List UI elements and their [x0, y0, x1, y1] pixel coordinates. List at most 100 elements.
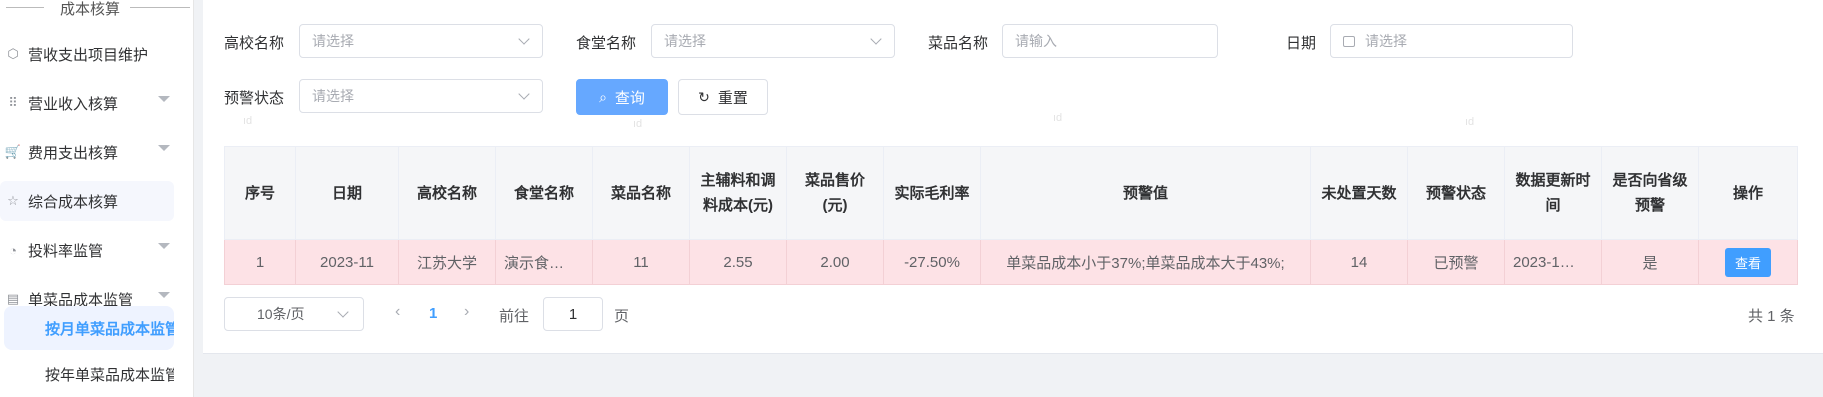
- dish-label: 菜品名称: [928, 35, 989, 52]
- chevron-down-icon: [870, 33, 882, 45]
- view-button[interactable]: 查看: [1724, 247, 1771, 277]
- column-header: 未处置天数: [1310, 146, 1408, 240]
- cell-cost: 2.55: [689, 239, 787, 285]
- watermark: ıd: [1053, 112, 1063, 124]
- page-size-value: 10条/页: [257, 306, 305, 322]
- star-icon: ☆: [7, 193, 19, 208]
- dish-input[interactable]: 请输入: [1002, 24, 1218, 58]
- column-header: 预警值: [980, 146, 1311, 240]
- cell-school: 江苏大学: [398, 239, 496, 285]
- column-header: 数据更新时间: [1504, 146, 1602, 240]
- sidebar-item-comprehensive-cost[interactable]: ☆ 综合成本核算: [0, 181, 174, 221]
- column-header: 预警状态: [1407, 146, 1505, 240]
- main-card: ıd ıd ıd ıd 高校名称 请选择 食堂名称 请选择 菜品名称 请输入 日…: [203, 0, 1823, 354]
- canteen-label: 食堂名称: [576, 35, 637, 52]
- column-header: 高校名称: [398, 146, 496, 240]
- sidebar-item-label: 营收支出项目维护: [28, 46, 149, 64]
- search-icon: ⌕: [599, 88, 607, 105]
- cell-date: 2023-11: [295, 239, 399, 285]
- total-count: 共 1 条: [1748, 308, 1795, 325]
- sidebar-item-revenue-expense-maintenance[interactable]: ⬡ 营收支出项目维护: [0, 34, 178, 74]
- chevron-down-icon: [158, 145, 170, 151]
- column-header: 序号: [224, 146, 296, 240]
- reset-button-label: 重置: [717, 89, 748, 107]
- chevron-down-icon: [158, 292, 170, 298]
- cell-status: 已预警: [1407, 239, 1505, 285]
- chevron-down-icon: [518, 88, 530, 100]
- goto-page-value: 1: [568, 305, 578, 323]
- cell-index: 1: [224, 239, 296, 285]
- reset-button[interactable]: ↻ 重置: [678, 79, 768, 115]
- cost-table: 序号 日期 高校名称 食堂名称 菜品名称 主辅料和调料成本(元) 菜品售价(元)…: [224, 146, 1798, 285]
- goto-label: 前往: [499, 308, 530, 325]
- calendar-icon: [1343, 35, 1355, 47]
- tag-icon: ⬡: [7, 46, 19, 61]
- cell-price: 2.00: [786, 239, 884, 285]
- column-header: 食堂名称: [495, 146, 593, 240]
- chevron-down-icon: [158, 96, 170, 102]
- cell-threshold: 单菜品成本小于37%;单菜品成本大于43%;: [980, 239, 1311, 285]
- watermark: ıd: [243, 115, 253, 127]
- cell-margin: -27.50%: [883, 239, 981, 285]
- refresh-icon: ↻: [698, 88, 710, 105]
- sidebar-item-label: 投料率监管: [28, 242, 104, 260]
- document-icon: ▤: [6, 291, 20, 306]
- page-unit: 页: [614, 308, 630, 325]
- page-size-select[interactable]: 10条/页: [224, 297, 364, 331]
- watermark: ıd: [1465, 116, 1475, 128]
- column-header: 操作: [1698, 146, 1798, 240]
- alert-status-placeholder: 请选择: [312, 88, 354, 104]
- alert-status-label: 预警状态: [224, 90, 285, 107]
- query-button-label: 查询: [614, 89, 645, 107]
- dish-placeholder: 请输入: [1015, 33, 1057, 49]
- school-placeholder: 请选择: [312, 33, 354, 49]
- sidebar-subitem-monthly-dish-cost[interactable]: 按月单菜品成本监管: [4, 306, 174, 350]
- chevron-down-icon: [337, 306, 349, 318]
- grid-icon: ⠿: [8, 95, 18, 110]
- sidebar-item-operating-income[interactable]: ⠿ 营业收入核算: [0, 83, 178, 123]
- date-label: 日期: [1286, 35, 1317, 52]
- table-header-row: 序号 日期 高校名称 食堂名称 菜品名称 主辅料和调料成本(元) 菜品售价(元)…: [224, 146, 1798, 240]
- divider: [6, 7, 44, 8]
- sidebar-group-title: 成本核算: [58, 0, 123, 19]
- sidebar-item-label: 费用支出核算: [28, 144, 119, 162]
- column-header: 日期: [295, 146, 399, 240]
- cell-updated: 2023-1…: [1504, 239, 1602, 285]
- cart-icon: 🛒: [4, 144, 22, 159]
- canteen-placeholder: 请选择: [664, 33, 706, 49]
- sidebar-item-label: 综合成本核算: [28, 193, 119, 211]
- sidebar-item-feeding-rate[interactable]: ◔ 投料率监管: [0, 230, 178, 270]
- cell-dish: 11: [592, 239, 690, 285]
- sidebar-item-expense[interactable]: 🛒 费用支出核算: [0, 132, 178, 172]
- school-select[interactable]: 请选择: [299, 24, 543, 58]
- current-page[interactable]: 1: [429, 305, 437, 322]
- column-header: 实际毛利率: [883, 146, 981, 240]
- column-header: 菜品名称: [592, 146, 690, 240]
- sidebar-subitem-yearly-dish-cost[interactable]: 按年单菜品成本监管: [4, 352, 174, 396]
- sidebar: 成本核算 ⬡ 营收支出项目维护 ⠿ 营业收入核算 🛒 费用支出核算 ☆ 综合成本…: [0, 0, 194, 397]
- school-label: 高校名称: [224, 35, 285, 52]
- date-picker[interactable]: 请选择: [1330, 24, 1573, 58]
- palette-icon: ◔: [9, 242, 17, 258]
- canteen-select[interactable]: 请选择: [651, 24, 895, 58]
- cell-action: 查看: [1698, 239, 1798, 285]
- cell-provincial: 是: [1601, 239, 1699, 285]
- column-header: 菜品售价(元): [786, 146, 884, 240]
- next-page-icon[interactable]: ›: [464, 303, 469, 321]
- table-row: 1 2023-11 江苏大学 演示食… 11 2.55 2.00 -27.50%…: [224, 239, 1798, 285]
- chevron-down-icon: [158, 243, 170, 249]
- sidebar-group-header: 成本核算: [0, 0, 193, 19]
- query-button[interactable]: ⌕ 查询: [576, 79, 668, 115]
- column-header: 是否向省级预警: [1601, 146, 1699, 240]
- column-header: 主辅料和调料成本(元): [689, 146, 787, 240]
- prev-page-icon[interactable]: ‹: [395, 303, 400, 321]
- date-placeholder: 请选择: [1365, 33, 1407, 49]
- alert-status-select[interactable]: 请选择: [299, 79, 543, 113]
- cell-days: 14: [1310, 239, 1408, 285]
- goto-page-input[interactable]: 1: [543, 297, 603, 331]
- watermark: ıd: [633, 118, 643, 130]
- sidebar-item-label: 营业收入核算: [28, 95, 119, 113]
- cell-canteen: 演示食…: [495, 239, 593, 285]
- chevron-down-icon: [518, 33, 530, 45]
- divider: [130, 7, 190, 8]
